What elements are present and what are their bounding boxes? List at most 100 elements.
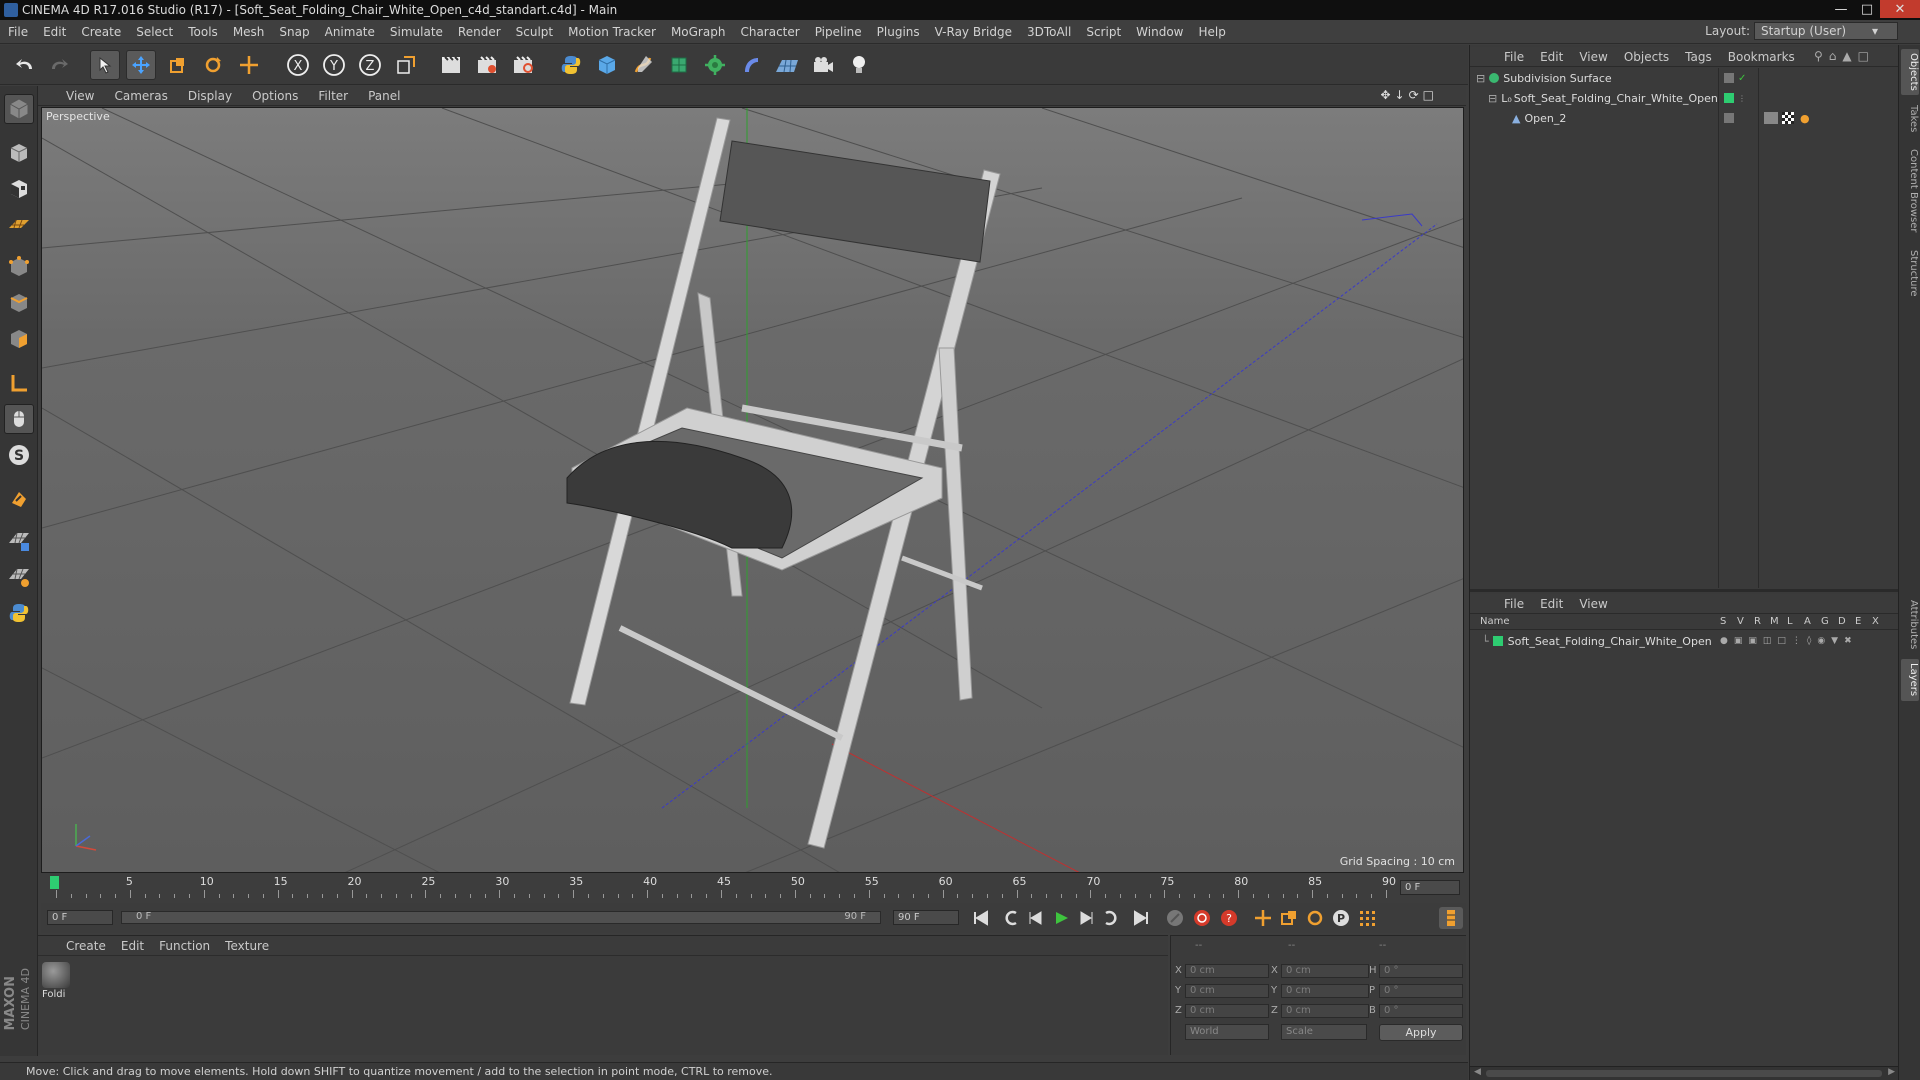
play-button[interactable] xyxy=(1049,907,1073,929)
coord-mode-select[interactable]: World xyxy=(1185,1024,1269,1040)
start-frame-field[interactable]: 0 F xyxy=(47,910,113,925)
render-picture-viewer-button[interactable] xyxy=(472,50,502,80)
coord-pos-z-field[interactable]: 0 cm xyxy=(1185,1004,1269,1018)
side-tab-attributes[interactable]: Attributes xyxy=(1901,595,1919,655)
live-selection-tool[interactable] xyxy=(90,50,120,80)
timeline-ruler[interactable]: 051015202530354045505560657075808590 0 F xyxy=(41,874,1466,902)
menu-3dtoall[interactable]: 3DToAll xyxy=(1027,25,1071,39)
object-mode-button[interactable] xyxy=(4,138,34,168)
transform-tool[interactable] xyxy=(234,50,264,80)
menu-character[interactable]: Character xyxy=(740,25,799,39)
enabled-check-icon[interactable]: ✓ xyxy=(1738,73,1746,84)
om-menu-edit[interactable]: Edit xyxy=(1540,50,1563,64)
prev-key-button[interactable] xyxy=(999,907,1023,929)
viewport-menu-view[interactable]: View xyxy=(66,89,94,103)
menu-window[interactable]: Window xyxy=(1136,25,1183,39)
object-row-subdivision[interactable]: ⊟ Subdivision Surface ✓ xyxy=(1470,69,1899,87)
cube-primitive-button[interactable] xyxy=(592,50,622,80)
redo-button[interactable] xyxy=(44,50,74,80)
key-rotation-button[interactable] xyxy=(1303,907,1327,929)
menu-animate[interactable]: Animate xyxy=(325,25,375,39)
phong-tag-icon[interactable]: ● xyxy=(1800,112,1810,125)
menu-simulate[interactable]: Simulate xyxy=(390,25,443,39)
magnet-button[interactable] xyxy=(4,484,34,514)
subdivision-button[interactable] xyxy=(664,50,694,80)
side-tab-objects[interactable]: Objects xyxy=(1901,49,1919,95)
material-menu-create[interactable]: Create xyxy=(66,939,106,953)
layer-swatch[interactable] xyxy=(1724,113,1734,123)
timeline-layout-button[interactable] xyxy=(1439,907,1463,929)
next-key-button[interactable] xyxy=(1099,907,1123,929)
texture-tag-icon[interactable] xyxy=(1782,112,1794,124)
go-to-end-button[interactable] xyxy=(1129,907,1153,929)
grid-snap-2-button[interactable] xyxy=(4,562,34,592)
light-button[interactable] xyxy=(844,50,874,80)
viewport-menu-filter[interactable]: Filter xyxy=(318,89,348,103)
y-axis-lock[interactable]: Y xyxy=(319,50,349,80)
menu-plugins[interactable]: Plugins xyxy=(877,25,920,39)
mograph-cloner-button[interactable] xyxy=(700,50,730,80)
render-view-button[interactable] xyxy=(436,50,466,80)
python-script-button[interactable] xyxy=(4,598,34,628)
viewport-menu-display[interactable]: Display xyxy=(188,89,232,103)
om-menu-view[interactable]: View xyxy=(1579,50,1607,64)
coord-pos-x-field[interactable]: 0 cm xyxy=(1185,964,1269,978)
menu-mograph[interactable]: MoGraph xyxy=(671,25,726,39)
key-scale-button[interactable] xyxy=(1277,907,1301,929)
coord-scale-select[interactable]: Scale xyxy=(1281,1024,1367,1040)
floor-button[interactable] xyxy=(772,50,802,80)
viewport-menu-panel[interactable]: Panel xyxy=(368,89,400,103)
om-menu-file[interactable]: File xyxy=(1504,50,1524,64)
menu-help[interactable]: Help xyxy=(1198,25,1225,39)
menu-script[interactable]: Script xyxy=(1086,25,1121,39)
prev-frame-button[interactable] xyxy=(1024,907,1048,929)
coord-rot-b-field[interactable]: 0 ° xyxy=(1379,1004,1463,1018)
move-tool[interactable] xyxy=(126,50,156,80)
side-tab-structure[interactable]: Structure xyxy=(1901,245,1919,301)
python-button[interactable] xyxy=(556,50,586,80)
render-settings-button[interactable] xyxy=(508,50,538,80)
apply-button[interactable]: Apply xyxy=(1379,1024,1463,1041)
record-off-button[interactable] xyxy=(1163,907,1187,929)
layout-select[interactable]: Startup (User) ▾ xyxy=(1754,22,1898,40)
end-frame-field[interactable]: 90 F xyxy=(893,910,959,925)
camera-button[interactable] xyxy=(808,50,838,80)
viewport-menu-options[interactable]: Options xyxy=(252,89,298,103)
menu-sculpt[interactable]: Sculpt xyxy=(516,25,553,39)
texture-mode-button[interactable] xyxy=(4,174,34,204)
z-axis-lock[interactable]: Z xyxy=(355,50,385,80)
om-menu-bookmarks[interactable]: Bookmarks xyxy=(1728,50,1795,64)
lm-menu-view[interactable]: View xyxy=(1579,597,1607,611)
record-button[interactable] xyxy=(1190,907,1214,929)
material-menu-texture[interactable]: Texture xyxy=(225,939,269,953)
material-swatch[interactable]: Foldi xyxy=(42,962,72,1002)
layer-swatch-green[interactable] xyxy=(1724,93,1734,103)
workplane-mode-button[interactable] xyxy=(4,210,34,240)
coord-rot-p-field[interactable]: 0 ° xyxy=(1379,984,1463,998)
axis-mode-button[interactable] xyxy=(4,368,34,398)
horizontal-scrollbar[interactable]: ◀ ▶ xyxy=(1470,1066,1899,1080)
timeline-playhead[interactable] xyxy=(50,876,59,889)
menu-mesh[interactable]: Mesh xyxy=(233,25,265,39)
scrollbar-thumb[interactable] xyxy=(1486,1070,1882,1077)
layer-swatch[interactable] xyxy=(1724,73,1734,83)
coord-pos-y-field[interactable]: 0 cm xyxy=(1185,984,1269,998)
menu-select[interactable]: Select xyxy=(136,25,173,39)
menu-file[interactable]: File xyxy=(8,25,28,39)
coordinate-system-button[interactable] xyxy=(391,50,421,80)
model-mode-button[interactable] xyxy=(4,94,34,124)
minimize-button[interactable]: — xyxy=(1828,0,1854,18)
go-to-start-button[interactable] xyxy=(969,907,993,929)
undo-button[interactable] xyxy=(10,50,40,80)
x-axis-lock[interactable]: X xyxy=(283,50,313,80)
expand-icon[interactable]: ⊟ xyxy=(1488,92,1497,105)
layer-row[interactable]: └ Soft_Seat_Folding_Chair_White_Open ●▣▣… xyxy=(1470,632,1899,650)
key-position-button[interactable] xyxy=(1251,907,1275,929)
object-row-open2[interactable]: ▲ Open_2 ● xyxy=(1470,109,1899,127)
om-nav-icons[interactable]: ⚲⌂▲□ xyxy=(1814,49,1875,63)
deformer-button[interactable] xyxy=(736,50,766,80)
scroll-right-icon[interactable]: ▶ xyxy=(1888,1067,1895,1077)
lm-menu-edit[interactable]: Edit xyxy=(1540,597,1563,611)
coord-size-z-field[interactable]: 0 cm xyxy=(1281,1004,1369,1018)
material-menu-function[interactable]: Function xyxy=(159,939,210,953)
